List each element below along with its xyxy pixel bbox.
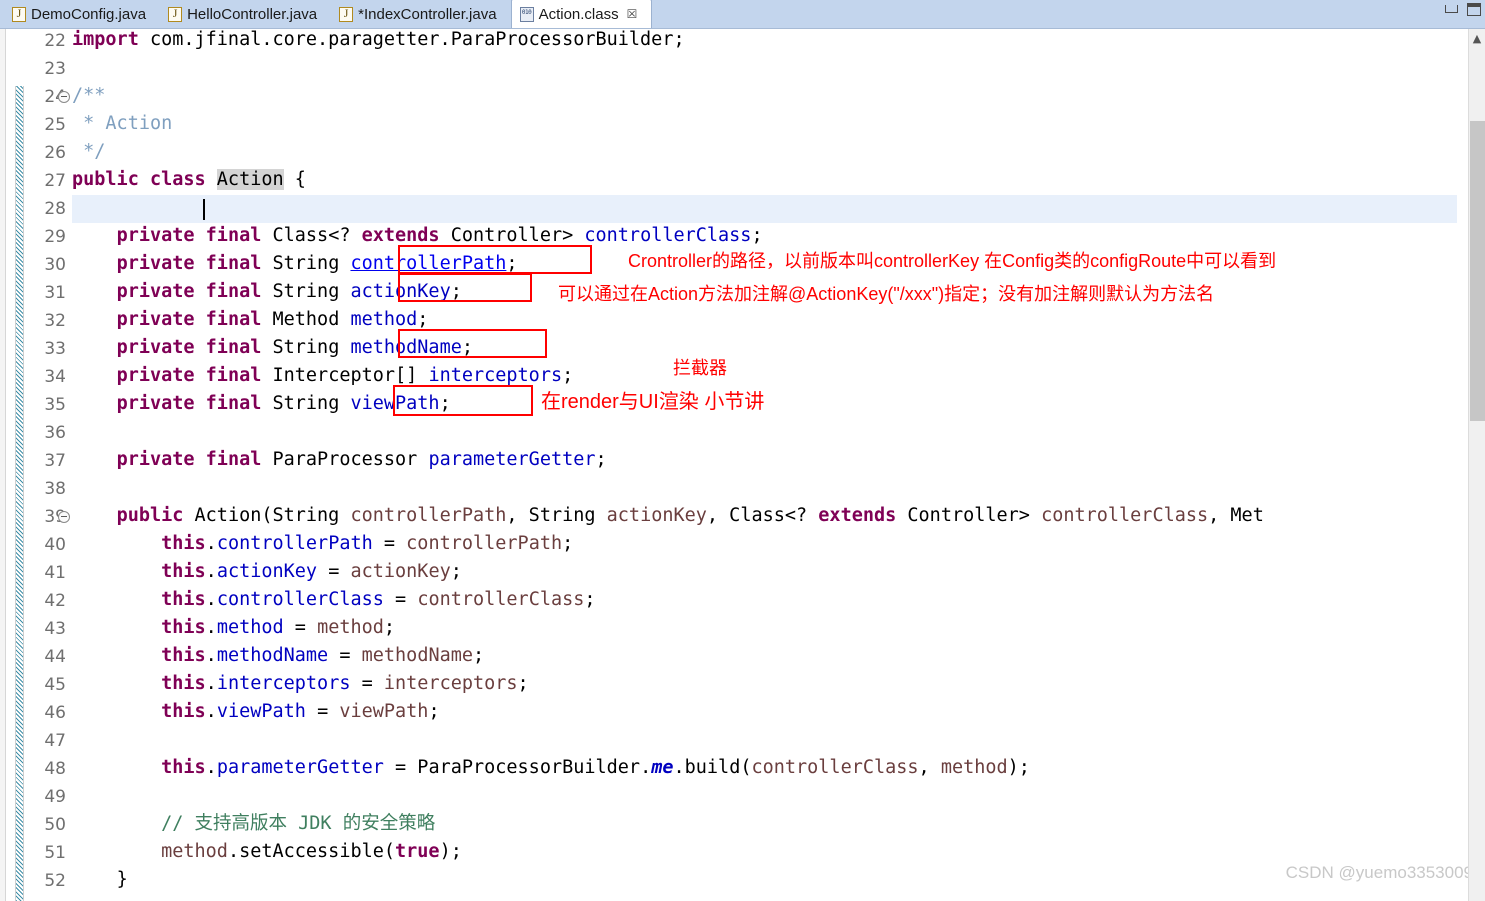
line-number-gutter: 22 23 24 25 26 27 28 29 30 31 32 33 34 3… (0, 29, 72, 901)
line-number: 27 (44, 171, 66, 191)
line-number: 30 (44, 255, 66, 275)
java-file-icon (12, 6, 26, 22)
code-line-31: private final String actionKey; (116, 281, 462, 302)
vertical-scrollbar[interactable]: ▲ (1468, 29, 1485, 901)
code-line-51: method.setAccessible(true); (161, 841, 462, 862)
code-line-29: private final Class<? extends Controller… (116, 225, 763, 246)
tab-label: *IndexController.java (358, 6, 497, 23)
code-line-27: public class Action { (72, 169, 306, 190)
line-number: 38 (44, 479, 66, 499)
line-number: 47 (44, 731, 66, 751)
line-number: 34 (44, 367, 66, 387)
tab-action-class[interactable]: Action.class ☒ (510, 0, 653, 28)
line-number: 33 (44, 339, 66, 359)
java-file-icon (339, 6, 354, 22)
tab-indexcontroller-java[interactable]: *IndexController.java (331, 1, 510, 28)
scrollbar-thumb[interactable] (1470, 121, 1485, 421)
code-line-25: * Action (72, 113, 173, 134)
code-line-32: private final Method method; (116, 309, 429, 330)
code-line-50: // 支持高版本 JDK 的安全策略 (161, 813, 436, 834)
class-file-icon (519, 6, 534, 22)
line-number: 22 (44, 31, 66, 51)
line-number: 48 (44, 759, 66, 779)
code-line-41: this.actionKey = actionKey; (161, 561, 462, 582)
code-line-46: this.viewPath = viewPath; (161, 701, 440, 722)
line-number: 51 (44, 843, 66, 863)
line-number: 46 (44, 703, 66, 723)
tab-democonfig-java[interactable]: DemoConfig.java (4, 1, 160, 28)
line-number: 50 (44, 815, 66, 835)
line-number: 44 (44, 647, 66, 667)
line-number: 45 (44, 675, 66, 695)
code-line-40: this.controllerPath = controllerPath; (161, 533, 574, 554)
scroll-up-arrow-icon[interactable]: ▲ (1469, 29, 1485, 47)
code-line-33: private final String methodName; (116, 337, 473, 358)
fold-collapse-icon[interactable] (58, 91, 70, 103)
close-icon[interactable]: ☒ (627, 7, 638, 21)
maximize-icon[interactable] (1467, 3, 1481, 16)
code-line-45: this.interceptors = interceptors; (161, 673, 529, 694)
tab-label: Action.class (538, 5, 619, 23)
line-number: 32 (44, 311, 66, 331)
annotation-note-viewpath: 在render与UI渲染 小节讲 (541, 391, 765, 413)
line-number: 40 (44, 535, 66, 555)
tab-hellocontroller-java[interactable]: HelloController.java (160, 1, 331, 28)
line-number: 25 (44, 115, 66, 135)
line-number: 41 (44, 563, 66, 583)
line-number: 31 (44, 283, 66, 303)
code-editor[interactable]: 22 23 24 25 26 27 28 29 30 31 32 33 34 3… (0, 29, 1485, 901)
code-line-43: this.method = method; (161, 617, 396, 638)
code-line-52: } (116, 869, 128, 890)
eclipse-editor-window: DemoConfig.java HelloController.java *In… (0, 0, 1485, 901)
code-line-22: import com.jfinal.core.paragetter.ParaPr… (72, 29, 685, 50)
line-number: 29 (44, 227, 66, 247)
annotation-note-controllerpath: Crontroller的路径，以前版本叫controllerKey 在Confi… (628, 251, 1277, 271)
code-line-37: private final ParaProcessor parameterGet… (116, 449, 607, 470)
code-line-48: this.parameterGetter = ParaProcessorBuil… (161, 757, 1030, 778)
line-number: 49 (44, 787, 66, 807)
code-line-24: /** (72, 85, 106, 106)
line-number: 42 (44, 591, 66, 611)
line-number: 35 (44, 395, 66, 415)
java-file-icon (168, 6, 183, 22)
line-number: 37 (44, 451, 66, 471)
editor-tab-bar: DemoConfig.java HelloController.java *In… (0, 0, 1485, 29)
line-number: 23 (44, 59, 66, 79)
code-line-42: this.controllerClass = controllerClass; (161, 589, 596, 610)
line-number: 43 (44, 619, 66, 639)
line-number: 26 (44, 143, 66, 163)
fold-collapse-icon[interactable] (58, 511, 70, 523)
code-line-39: public Action(String controllerPath, Str… (116, 505, 1264, 526)
code-line-30: private final String controllerPath; (116, 253, 518, 274)
annotation-note-actionkey: 可以通过在Action方法加注解@ActionKey("/xxx")指定；没有加… (558, 284, 1215, 304)
annotation-note-interceptors: 拦截器 (673, 358, 727, 378)
code-content[interactable]: import com.jfinal.core.paragetter.ParaPr… (72, 29, 1457, 901)
code-line-26: */ (72, 141, 106, 162)
minimize-icon[interactable] (1445, 4, 1458, 13)
code-line-34: private final Interceptor[] interceptors… (116, 365, 574, 386)
code-line-44: this.methodName = methodName; (161, 645, 485, 666)
window-controls (1445, 3, 1481, 16)
code-line-35: private final String viewPath; (116, 393, 451, 414)
tab-label: DemoConfig.java (31, 6, 147, 23)
line-number: 52 (44, 871, 66, 891)
tab-label: HelloController.java (187, 6, 318, 23)
line-number: 36 (44, 423, 66, 443)
line-number: 28 (44, 199, 66, 219)
csdn-watermark: CSDN @yuemo3353009 (1285, 863, 1473, 882)
